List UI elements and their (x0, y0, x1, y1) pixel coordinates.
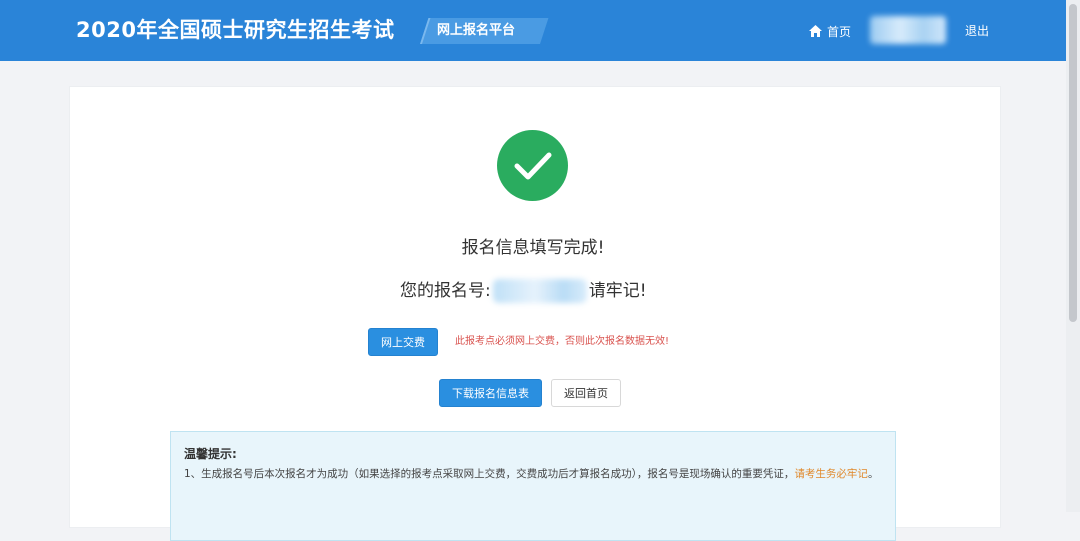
download-registration-form-button[interactable]: 下载报名信息表 (439, 379, 542, 407)
payment-warning: 此报考点必须网上交费，否则此次报名数据无效! (455, 336, 670, 347)
tips-line-1: 1、生成报名号后本次报名才为成功（如果选择的报考点采取网上交费，交费成功后才算报… (184, 464, 881, 484)
top-header: 2020年全国硕士研究生招生考试 网上报名平台 首页 退出 (0, 0, 1066, 61)
online-payment-button[interactable]: 网上交费 (368, 328, 438, 356)
regno-suffix: 请牢记! (588, 281, 647, 301)
platform-tag-label: 网上报名平台 (436, 23, 515, 38)
registration-number-line: 您的报名号: 请牢记! (400, 277, 647, 305)
logout-link[interactable]: 退出 (965, 22, 989, 40)
nav-home-label: 首页 (827, 24, 852, 39)
user-name-blurred (870, 16, 946, 44)
site-title: 2020年全国硕士研究生招生考试 (76, 18, 395, 42)
complete-message: 报名信息填写完成! (461, 238, 605, 258)
scrollbar-thumb[interactable] (1069, 4, 1077, 322)
nav-home-link[interactable]: 首页 (809, 22, 851, 40)
registration-number-blurred (492, 279, 587, 303)
platform-tag: 网上报名平台 (420, 18, 549, 44)
home-icon (809, 25, 822, 37)
page-scrollbar[interactable] (1066, 0, 1080, 512)
tips-line-1-highlight: 请考生务必牢记 (794, 468, 868, 480)
tips-title: 温馨提示: (184, 447, 237, 461)
regno-prefix: 您的报名号: (400, 281, 491, 301)
tips-line-1-text: 1、生成报名号后本次报名才为成功（如果选择的报考点采取网上交费，交费成功后才算报… (184, 468, 795, 480)
tips-box: 温馨提示: 1、生成报名号后本次报名才为成功（如果选择的报考点采取网上交费，交费… (170, 431, 896, 541)
success-check-icon (497, 130, 568, 201)
tips-line-1-end: 。 (867, 468, 879, 480)
back-to-home-button[interactable]: 返回首页 (551, 379, 621, 407)
